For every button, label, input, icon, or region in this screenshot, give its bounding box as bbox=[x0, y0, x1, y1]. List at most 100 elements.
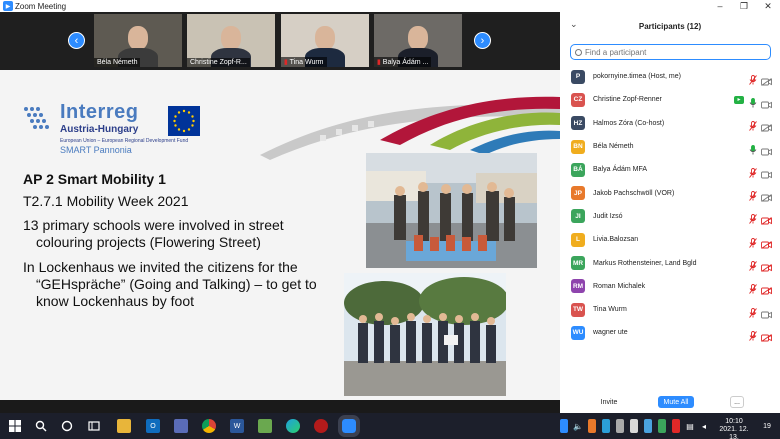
participant-row[interactable]: RM Roman Michalek bbox=[560, 275, 780, 298]
minimize-button[interactable]: – bbox=[708, 0, 732, 12]
avatar: L bbox=[571, 232, 585, 247]
more-options-button[interactable]: ... bbox=[730, 396, 744, 408]
slide-line-3a: In Lockenhaus we invited the citizens fo… bbox=[23, 259, 298, 275]
muted-mic-icon[interactable] bbox=[749, 258, 757, 271]
eu-flag-icon bbox=[168, 106, 200, 136]
muted-mic-icon[interactable] bbox=[749, 328, 757, 341]
participant-row[interactable]: HZ Halmos Zóra (Co-host) bbox=[560, 112, 780, 135]
participant-row[interactable]: JI Judit Izsó bbox=[560, 205, 780, 228]
task-view-icon[interactable] bbox=[87, 419, 101, 433]
photo-street-colouring bbox=[366, 153, 537, 268]
zoom-taskbar-icon[interactable] bbox=[338, 415, 360, 437]
logo-program: Austria-Hungary bbox=[60, 124, 139, 135]
zoom-app-icon: ▶ bbox=[3, 1, 13, 11]
close-button[interactable]: ✕ bbox=[756, 0, 780, 12]
participant-row[interactable]: Ppokornyine.timea (Host, me) bbox=[560, 65, 780, 88]
video-camera-icon[interactable] bbox=[761, 143, 772, 155]
participant-row[interactable]: CZ Christine Zopf-Renner ▸ bbox=[560, 88, 780, 111]
video-off-icon[interactable] bbox=[761, 329, 772, 342]
muted-mic-icon[interactable] bbox=[749, 165, 757, 178]
participant-row[interactable]: L Livia.Balozsan bbox=[560, 228, 780, 251]
participant-row[interactable]: WU wagner ute bbox=[560, 321, 780, 344]
video-off-icon[interactable] bbox=[761, 212, 772, 226]
mic-icon[interactable] bbox=[749, 95, 757, 108]
video-off-icon[interactable] bbox=[761, 259, 772, 272]
tray-app-icon[interactable] bbox=[644, 419, 652, 433]
participant-name: Livia.Balozsan bbox=[593, 236, 639, 244]
video-camera-icon[interactable] bbox=[761, 306, 772, 319]
collapse-chevron-icon[interactable]: ⌄ bbox=[570, 19, 578, 30]
participant-search-input[interactable] bbox=[585, 47, 765, 57]
video-off-icon[interactable] bbox=[761, 282, 772, 296]
avatar: JP bbox=[571, 186, 585, 201]
outlook-icon[interactable]: O bbox=[146, 419, 160, 433]
video-off-icon[interactable] bbox=[761, 119, 772, 133]
participant-row[interactable]: BN Béla Németh bbox=[560, 135, 780, 158]
slide-line-1: T2.7.1 Mobility Week 2021 bbox=[23, 193, 189, 209]
app-icon-red[interactable] bbox=[314, 419, 328, 433]
video-tile[interactable]: Béla Németh bbox=[94, 14, 182, 67]
photo-lockenhaus-walk bbox=[344, 273, 506, 396]
edge-icon[interactable] bbox=[286, 419, 300, 433]
tray-zoom-icon[interactable] bbox=[560, 419, 568, 433]
cortana-icon[interactable] bbox=[60, 419, 74, 433]
muted-mic-icon[interactable] bbox=[749, 305, 757, 318]
muted-mic-icon[interactable] bbox=[749, 188, 757, 201]
file-explorer-icon[interactable] bbox=[117, 419, 131, 433]
participants-footer: Invite Mute All ... bbox=[560, 394, 780, 410]
participant-name: Halmos Zóra (Co-host) bbox=[593, 119, 665, 127]
tray-app-icon[interactable] bbox=[672, 419, 680, 433]
avatar: P bbox=[571, 69, 585, 84]
tray-app-icon[interactable] bbox=[588, 419, 596, 433]
prev-page-button[interactable]: ‹ bbox=[68, 32, 85, 49]
participant-row[interactable]: TW Tina Wurm bbox=[560, 298, 780, 321]
taskbar-search-icon[interactable] bbox=[34, 419, 48, 433]
muted-mic-icon[interactable] bbox=[749, 235, 757, 248]
maximize-button[interactable]: ❐ bbox=[732, 0, 756, 12]
save-app-icon[interactable] bbox=[174, 419, 188, 433]
tray-volume-icon[interactable]: 🔈 bbox=[573, 419, 583, 433]
zoom-window: ▶ Zoom Meeting – ❐ ✕ ‹ Béla Németh Chris… bbox=[0, 0, 780, 439]
tray-network-icon[interactable]: ▤ bbox=[686, 419, 694, 433]
mic-icon[interactable] bbox=[749, 142, 757, 155]
tray-app-icon[interactable] bbox=[602, 419, 610, 433]
participant-row[interactable]: BÁ Balya Ádám MFA bbox=[560, 158, 780, 181]
logo-word: Interreg bbox=[60, 101, 139, 123]
participant-row[interactable]: MR Markus Rothensteiner, Land Bgld bbox=[560, 251, 780, 274]
muted-mic-icon[interactable] bbox=[749, 72, 757, 85]
video-camera-icon[interactable] bbox=[761, 96, 772, 109]
muted-mic-icon[interactable] bbox=[749, 118, 757, 132]
chrome-icon[interactable] bbox=[202, 419, 216, 433]
mute-all-button[interactable]: Mute All bbox=[658, 396, 694, 408]
muted-mic-icon[interactable] bbox=[749, 281, 757, 295]
video-off-icon[interactable] bbox=[761, 236, 772, 249]
windows-start-icon[interactable] bbox=[8, 419, 22, 433]
tray-app-icon[interactable] bbox=[630, 419, 638, 433]
screen-share-icon: ▸ bbox=[734, 95, 744, 104]
word-icon[interactable]: W bbox=[230, 419, 244, 433]
participant-row[interactable]: JP Jakob Pachschwöll (VOR) bbox=[560, 181, 780, 204]
participant-search[interactable] bbox=[570, 44, 771, 60]
logo-eu-text: European Union – European Regional Devel… bbox=[60, 138, 189, 144]
video-camera-icon[interactable] bbox=[761, 166, 772, 179]
taskbar-clock[interactable]: 10:10 2021. 12. 13. bbox=[714, 418, 754, 439]
tray-app-icon[interactable] bbox=[658, 419, 666, 433]
notification-center-icon[interactable]: 19 bbox=[760, 419, 774, 433]
video-tile-active-speaker[interactable]: Christine Zopf-R... bbox=[187, 14, 275, 67]
person-head bbox=[128, 26, 148, 50]
participants-panel: ⌄ Participants (12) Ppokornyine.timea (H… bbox=[560, 12, 780, 413]
video-off-icon[interactable] bbox=[761, 189, 772, 202]
video-tile[interactable]: ▮ Balya Ádám ... bbox=[374, 14, 462, 67]
participant-name: Jakob Pachschwöll (VOR) bbox=[593, 189, 675, 197]
next-page-button[interactable]: › bbox=[474, 32, 491, 49]
tray-app-icon[interactable] bbox=[616, 419, 624, 433]
tray-volume-icon[interactable]: ◂ bbox=[700, 419, 708, 433]
participant-name: Christine Zopf-Renner bbox=[593, 96, 662, 104]
invite-button[interactable]: Invite bbox=[595, 396, 623, 408]
tile-name: ▮ Tina Wurm bbox=[281, 57, 327, 67]
participant-name: wagner ute bbox=[593, 329, 628, 337]
muted-mic-icon[interactable] bbox=[749, 211, 757, 225]
notes-app-icon[interactable] bbox=[258, 419, 272, 433]
video-off-icon[interactable] bbox=[761, 73, 772, 86]
video-tile[interactable]: ▮ Tina Wurm bbox=[281, 14, 369, 67]
